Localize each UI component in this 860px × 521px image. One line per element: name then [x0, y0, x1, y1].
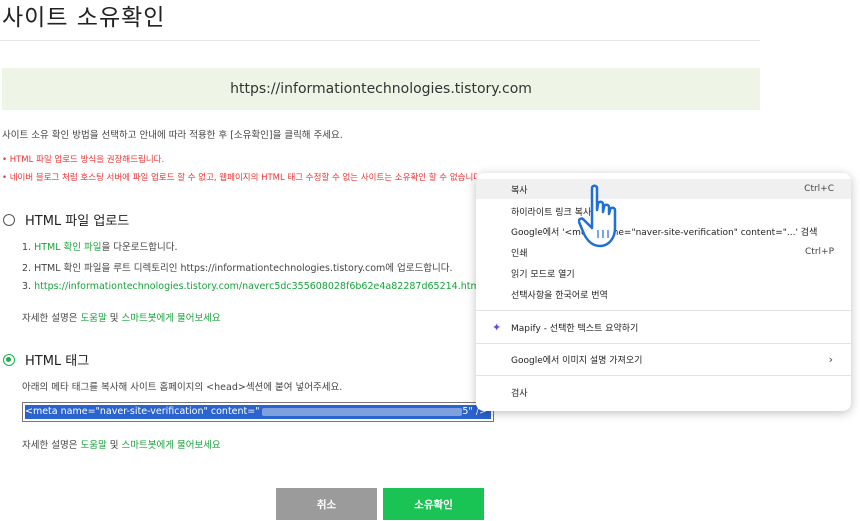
- menu-separator: [476, 375, 851, 376]
- menu-item-reading-mode[interactable]: 읽기 모드로 열기: [476, 263, 851, 283]
- context-menu: 복사 Ctrl+C 하이라이트 링크 복사 Google에서 '<meta na…: [476, 173, 851, 411]
- upload-help: 자세한 설명은 도움말 및 스마트봇에게 물어보세요: [22, 313, 221, 324]
- menu-item-inspect[interactable]: 검사: [476, 382, 851, 402]
- site-url: https://informationtechnologies.tistory.…: [230, 81, 532, 97]
- radio-html-upload[interactable]: HTML 파일 업로드: [3, 210, 129, 229]
- help-link[interactable]: 도움말: [80, 440, 106, 451]
- radio-unchecked-icon[interactable]: [3, 213, 15, 226]
- meta-tag-selection[interactable]: <meta name="naver-site-verification" con…: [25, 405, 491, 419]
- hand-cursor-icon: [578, 184, 617, 248]
- menu-item-copy[interactable]: 복사 Ctrl+C: [476, 179, 851, 199]
- page-title: 사이트 소유확인: [2, 5, 166, 31]
- html-file-link[interactable]: HTML 확인 파일: [34, 242, 101, 253]
- warning-blog: • 네이버 블로그 처럼 호스팅 서버에 파일 업로드 할 수 없고, 웹페이지…: [2, 173, 477, 183]
- meta-tag-text: <meta name="naver-site-verification" con…: [25, 406, 260, 417]
- menu-item-mapify[interactable]: ✦ Mapify - 선택한 텍스트 요약하기: [476, 317, 851, 337]
- copy-shortcut: Ctrl+C: [804, 184, 834, 194]
- help-link[interactable]: 도움말: [80, 313, 106, 324]
- chevron-right-icon: ›: [828, 352, 833, 366]
- upload-step-3: 3. https://informationtechnologies.tisto…: [22, 281, 477, 292]
- menu-item-print[interactable]: 인쇄 Ctrl+P: [476, 242, 851, 262]
- menu-item-google-search[interactable]: Google에서 '<meta name="naver-site-verific…: [476, 221, 851, 241]
- upload-step-2: 2. HTML 확인 파일을 루트 디렉토리인 https://informat…: [22, 263, 453, 274]
- warning-recommend: • HTML 파일 업로드 방식을 권장해드립니다.: [2, 155, 165, 165]
- tag-help: 자세한 설명은 도움말 및 스마트봇에게 물어보세요: [22, 440, 221, 451]
- menu-item-image-description[interactable]: Google에서 이미지 설명 가져오기 ›: [476, 349, 851, 369]
- mapify-sparkle-icon: ✦: [492, 320, 502, 334]
- confirm-ownership-button[interactable]: 소유확인: [383, 488, 484, 520]
- smartbot-link[interactable]: 스마트봇에게 물어보세요: [122, 440, 221, 451]
- tag-description: 아래의 메타 태그를 복사해 사이트 홈페이지의 <head>섹션에 붙여 넣어…: [22, 382, 343, 393]
- menu-separator: [476, 343, 851, 344]
- meta-tag-field[interactable]: <meta name="naver-site-verification" con…: [22, 402, 494, 422]
- verification-file-link[interactable]: https://informationtechnologies.tistory.…: [34, 281, 477, 292]
- blurred-content: [261, 407, 462, 416]
- print-shortcut: Ctrl+P: [805, 247, 834, 257]
- intro-text: 사이트 소유 확인 방법을 선택하고 안내에 따라 적용한 후 [소유확인]을 …: [2, 130, 343, 141]
- menu-item-translate[interactable]: 선택사항을 한국어로 번역: [476, 284, 851, 304]
- upload-step-1: 1. HTML 확인 파일을 다운로드합니다.: [22, 242, 178, 253]
- radio-html-tag[interactable]: HTML 태그: [3, 350, 89, 369]
- menu-item-highlight-link[interactable]: 하이라이트 링크 복사: [476, 201, 851, 221]
- menu-separator: [476, 310, 851, 311]
- cancel-button[interactable]: 취소: [276, 488, 377, 520]
- radio-html-tag-label: HTML 태그: [25, 354, 90, 369]
- site-url-box: https://informationtechnologies.tistory.…: [2, 68, 760, 110]
- smartbot-link[interactable]: 스마트봇에게 물어보세요: [122, 313, 221, 324]
- radio-html-upload-label: HTML 파일 업로드: [25, 214, 130, 229]
- radio-checked-icon[interactable]: [3, 353, 15, 366]
- divider: [0, 40, 760, 41]
